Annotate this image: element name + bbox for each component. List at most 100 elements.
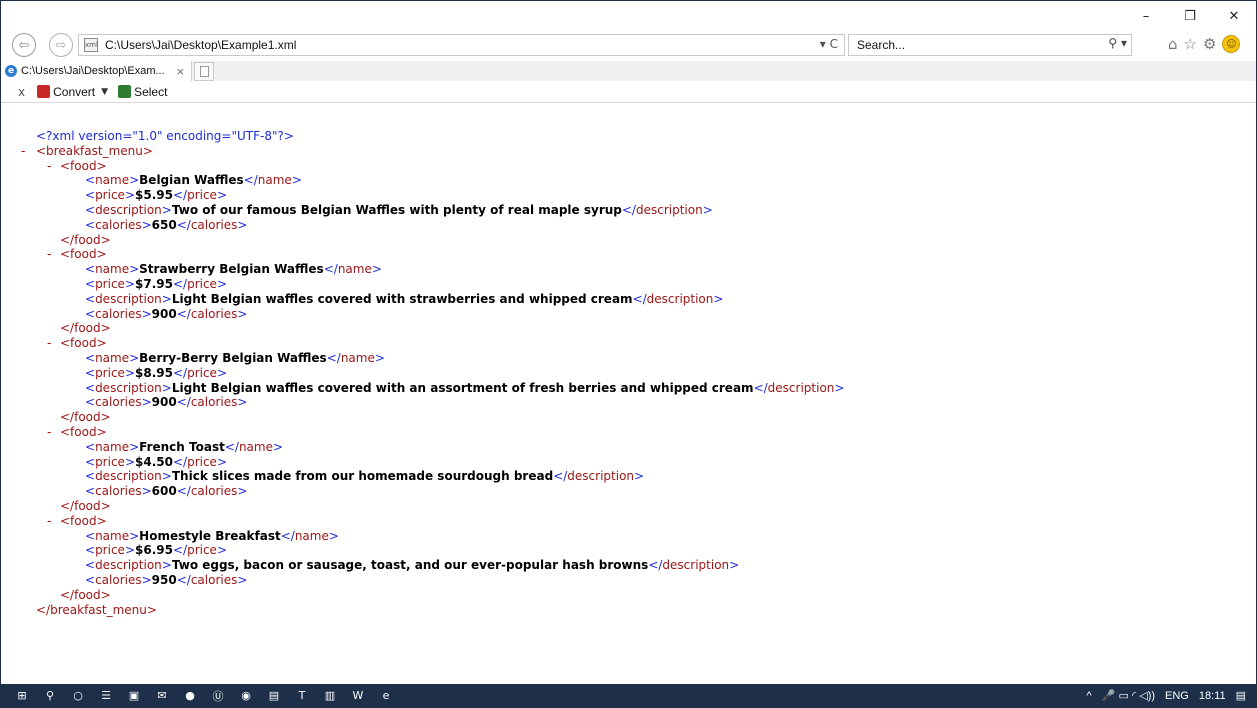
- tab-close-icon[interactable]: ×: [176, 65, 185, 78]
- task-view-icon[interactable]: ☰: [99, 689, 113, 703]
- tag-name: price: [187, 543, 217, 558]
- tag-bracket: <: [85, 395, 96, 410]
- select-button[interactable]: Select: [134, 85, 167, 99]
- notes-icon[interactable]: ▥: [323, 689, 337, 703]
- tag-name: price: [95, 454, 125, 469]
- language-indicator[interactable]: ENG: [1165, 690, 1189, 702]
- food-close-tag: </food>: [60, 232, 111, 247]
- cortana-icon[interactable]: ○: [71, 689, 85, 703]
- forward-button[interactable]: ⇨: [49, 33, 73, 57]
- refresh-dropdown-icon[interactable]: ▾ C: [820, 37, 838, 51]
- search-icon[interactable]: ⚲: [43, 689, 57, 703]
- food-close-line: </food>: [1, 233, 1256, 248]
- search-input[interactable]: [855, 37, 1079, 53]
- tag-bracket: >: [237, 395, 248, 410]
- xml-name-value: French Toast: [139, 439, 225, 454]
- settings-gear-icon[interactable]: ⚙: [1203, 35, 1216, 53]
- tray-status-icons[interactable]: 🎤 ▭ ◜ ◁)): [1102, 689, 1155, 702]
- search-box[interactable]: ⚲ ▾: [848, 34, 1132, 56]
- edge-icon[interactable]: ◉: [239, 689, 253, 703]
- tag-name: price: [95, 365, 125, 380]
- xml-calories-value: 900: [151, 306, 177, 321]
- tag-bracket: <: [85, 558, 96, 573]
- favorites-icon[interactable]: ☆: [1184, 35, 1197, 53]
- tag-bracket: >: [216, 276, 228, 291]
- xml-price-line: <price>$5.95</price>: [1, 188, 1256, 203]
- xml-price-value: $7.95: [135, 276, 173, 291]
- collapse-toggle[interactable]: -: [47, 425, 51, 440]
- restore-button[interactable]: ❐: [1168, 1, 1212, 31]
- pdf-convert-icon: [37, 85, 51, 98]
- tag-name: price: [187, 454, 217, 469]
- tag-name: calories: [190, 306, 238, 321]
- collapse-toggle[interactable]: -: [47, 247, 51, 262]
- mail-icon[interactable]: ✉: [155, 689, 169, 703]
- tag-bracket: </: [648, 558, 663, 573]
- tag-bracket: </: [621, 202, 636, 217]
- back-button[interactable]: ⇦: [12, 33, 36, 57]
- tag-name: calories: [190, 395, 238, 410]
- food-open-line: - <food>: [1, 159, 1256, 174]
- tag-bracket: </: [553, 469, 568, 484]
- xml-document: <?xml version="1.0" encoding="UTF-8"?> -…: [1, 129, 1256, 617]
- xml-root-open: - <breakfast_menu>: [21, 143, 153, 159]
- food-close-line: </food>: [1, 588, 1256, 603]
- xml-description-value: Light Belgian waffles covered with straw…: [171, 291, 633, 306]
- tag-bracket: </: [172, 365, 188, 380]
- collapse-toggle[interactable]: -: [21, 144, 25, 159]
- chevron-down-icon[interactable]: ▼: [101, 87, 108, 97]
- word-icon[interactable]: W: [351, 689, 365, 703]
- tag-name: name: [95, 439, 130, 454]
- xml-price-line: <price>$4.50</price>: [1, 455, 1256, 470]
- collapse-toggle[interactable]: -: [47, 336, 51, 351]
- tab-example1[interactable]: e C:\Users\Jai\Desktop\Exam... ×: [1, 61, 192, 81]
- food-open-line: - <food>: [1, 247, 1256, 262]
- collapse-toggle[interactable]: -: [47, 159, 51, 174]
- chevron-up-icon[interactable]: ^: [1087, 690, 1092, 702]
- new-tab-button[interactable]: [194, 62, 214, 81]
- address-bar[interactable]: xml C:\Users\Jai\Desktop\Example1.xml ▾ …: [78, 34, 845, 56]
- convert-button[interactable]: Convert: [53, 85, 95, 99]
- tag-name: calories: [95, 306, 142, 321]
- tag-bracket: >: [161, 202, 172, 217]
- tag-bracket: >: [371, 262, 382, 277]
- chrome-icon[interactable]: ●: [183, 689, 197, 703]
- tag-bracket: >: [129, 262, 140, 277]
- xml-description-line: <description>Thick slices made from our …: [1, 469, 1256, 484]
- close-bar-icon[interactable]: x: [18, 85, 25, 99]
- uipath-icon[interactable]: Ⓤ: [211, 689, 225, 703]
- tag-bracket: >: [374, 350, 385, 365]
- tag-name: description: [95, 291, 162, 306]
- teams-icon[interactable]: T: [295, 689, 309, 703]
- tag-bracket: <: [85, 439, 96, 454]
- close-window-button[interactable]: ✕: [1212, 1, 1256, 31]
- tag-bracket: </: [172, 188, 188, 203]
- tag-name: calories: [95, 395, 142, 410]
- tag-bracket: >: [237, 217, 248, 232]
- feedback-smiley-icon[interactable]: ☺: [1222, 35, 1241, 53]
- search-icon[interactable]: ⚲ ▾: [1108, 36, 1127, 50]
- tag-name: description: [567, 469, 635, 484]
- tag-bracket: <: [85, 365, 96, 380]
- tag-bracket: <: [85, 380, 96, 395]
- home-icon[interactable]: ⌂: [1168, 35, 1178, 53]
- address-url[interactable]: C:\Users\Jai\Desktop\Example1.xml: [105, 38, 296, 52]
- clock[interactable]: 18:11: [1199, 690, 1226, 702]
- tag-name: calories: [95, 484, 142, 499]
- tag-name: description: [95, 380, 162, 395]
- minimize-button[interactable]: –: [1124, 1, 1168, 31]
- windows-icon[interactable]: ⊞: [15, 689, 29, 703]
- window-controls: – ❐ ✕: [1124, 1, 1256, 31]
- store-icon[interactable]: ▣: [127, 689, 141, 703]
- xml-declaration: <?xml version="1.0" encoding="UTF-8"?>: [36, 129, 294, 143]
- tag-name: calories: [95, 217, 142, 232]
- collapse-toggle[interactable]: -: [47, 514, 51, 529]
- select-icon: [118, 85, 132, 98]
- tag-bracket: >: [702, 202, 713, 217]
- file-explorer-icon[interactable]: ▤: [267, 689, 281, 703]
- notifications-icon[interactable]: ▤: [1236, 689, 1246, 702]
- xml-price-line: <price>$6.95</price>: [1, 543, 1256, 558]
- internet-explorer-icon[interactable]: e: [379, 689, 393, 703]
- xml-description-line: <description>Two of our famous Belgian W…: [1, 203, 1256, 218]
- tag-name: description: [95, 469, 162, 484]
